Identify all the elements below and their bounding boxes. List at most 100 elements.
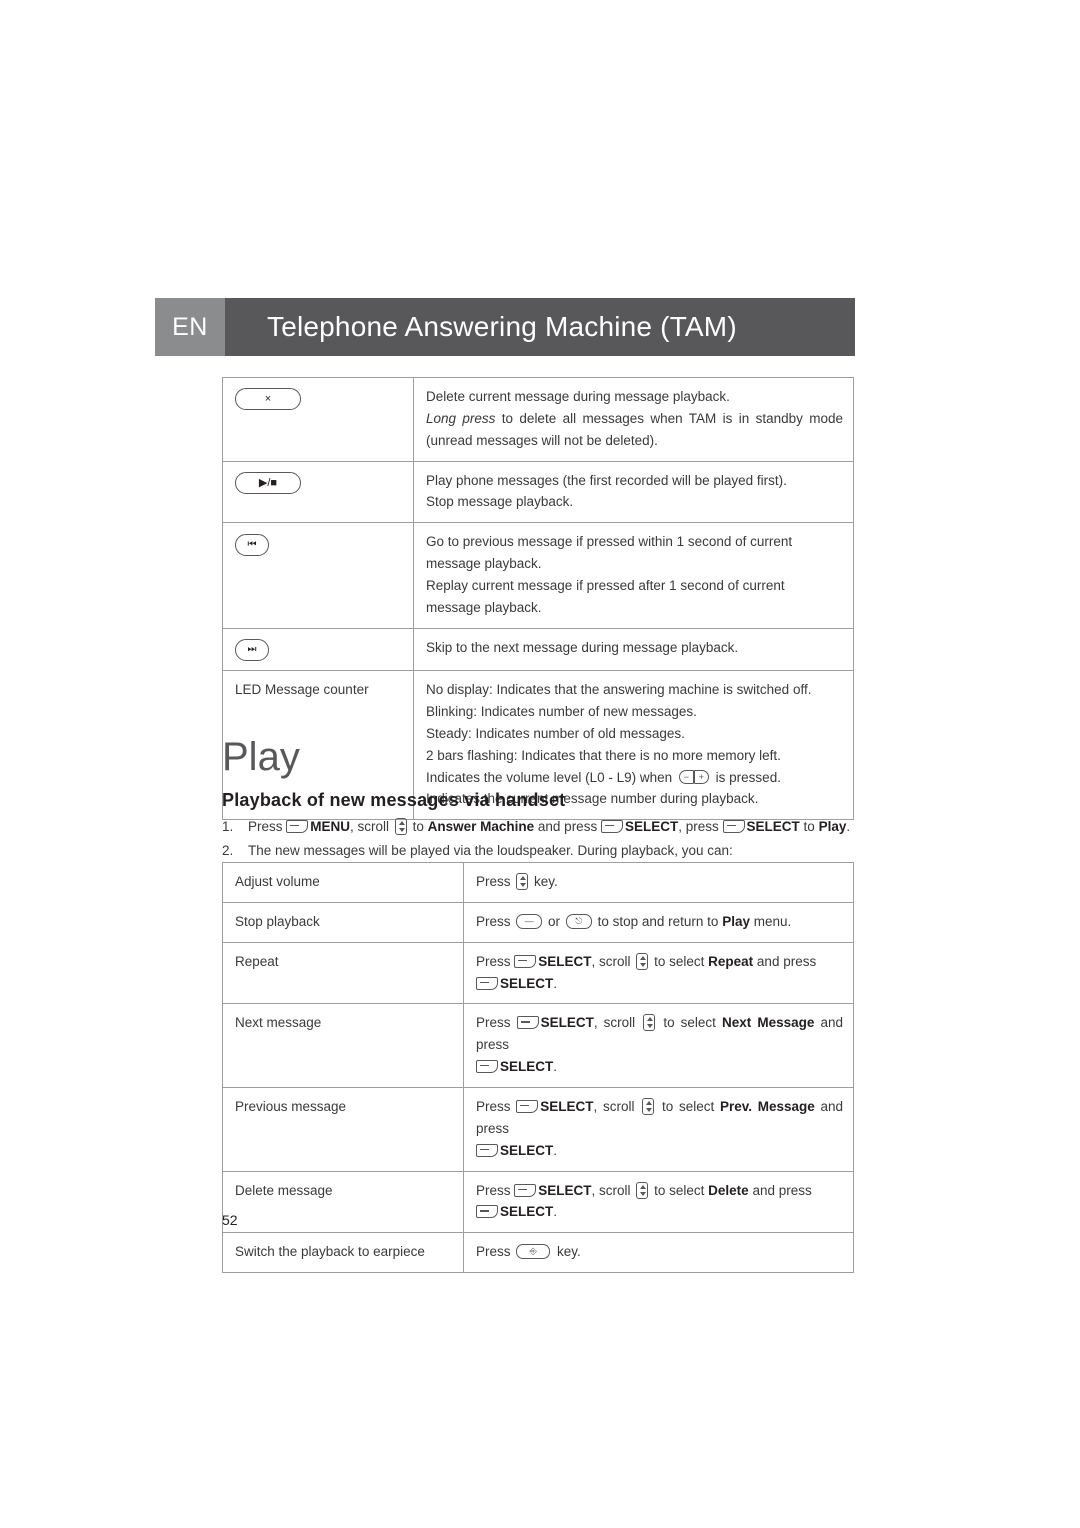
option-label: Delete message — [222, 1170, 464, 1234]
play-stop-key-icon: ▶/■ — [235, 472, 301, 495]
option-instruction: Press SELECT, scroll to select Delete an… — [463, 1170, 854, 1234]
left-softkey-icon — [722, 819, 745, 833]
table-row: ▶/■ Play phone messages (the first recor… — [222, 460, 854, 524]
scroll-key-icon — [643, 1014, 656, 1032]
option-instruction: Press SELECT, scroll to select Repeat an… — [463, 941, 854, 1005]
select-label: SELECT — [538, 1182, 592, 1198]
option-label: Repeat — [222, 941, 464, 1005]
select-label: SELECT — [500, 1204, 554, 1220]
left-softkey-icon — [476, 1143, 498, 1157]
scroll-key-icon — [642, 1097, 655, 1115]
key-description-line: Delete current message during message pl… — [426, 389, 730, 404]
menu-label: MENU — [310, 819, 351, 834]
left-softkey-icon — [476, 1205, 498, 1219]
section-title-play: Play — [222, 735, 300, 779]
volume-line-suffix: is pressed. — [715, 769, 781, 785]
left-softkey-icon — [476, 1060, 498, 1074]
option-instruction: Press — or ⎋ to stop and return to Play … — [463, 901, 854, 943]
key-description: Delete current message during message pl… — [413, 377, 854, 462]
option-label: Previous message — [222, 1087, 464, 1172]
option-instruction: Press key. — [463, 862, 854, 903]
table-row: Repeat Press SELECT, scroll to select Re… — [222, 941, 854, 1005]
step-text: Press MENU, scroll to Answer Machine and… — [248, 817, 851, 835]
menu-option: Next Message — [722, 1015, 815, 1031]
scroll-key-icon — [636, 1181, 649, 1199]
select-label: SELECT — [500, 1059, 554, 1075]
scroll-key-icon — [636, 952, 649, 970]
page-header: EN Telephone Answering Machine (TAM) — [155, 298, 855, 356]
option-instruction: Press ⎆ key. — [463, 1232, 854, 1274]
step-number: 2. — [222, 842, 234, 858]
menu-option: Delete — [708, 1182, 749, 1198]
select-label: SELECT — [538, 953, 592, 969]
left-softkey-icon — [514, 954, 537, 968]
page-number: 52 — [222, 1212, 238, 1228]
header-language-tab: EN — [155, 298, 225, 356]
table-row: Delete message Press SELECT, scroll to s… — [222, 1170, 854, 1234]
section-subtitle: Playback of new messages via handset — [222, 790, 566, 810]
option-label: Adjust volume — [222, 862, 464, 903]
long-press-emphasis: Long press — [426, 410, 496, 426]
option-instruction: Press SELECT, scroll to select Prev. Mes… — [463, 1087, 854, 1172]
select-label: SELECT — [746, 819, 800, 834]
earpiece-key-icon: ⎆ — [516, 1244, 551, 1260]
left-softkey-icon — [600, 819, 623, 833]
left-softkey-icon — [516, 1016, 539, 1030]
playback-options-table: Adjust volume Press key. Stop playback P… — [222, 862, 854, 1274]
key-description-line: No display: Indicates that the answering… — [426, 682, 812, 698]
table-row: Previous message Press SELECT, scroll to… — [222, 1087, 854, 1172]
option-instruction: Press SELECT, scroll to select Next Mess… — [463, 1003, 854, 1089]
menu-option: Prev. Message — [719, 1099, 815, 1115]
previous-key-icon: ⏮ — [235, 533, 269, 556]
key-description-line: Play phone messages (the first recorded … — [426, 472, 787, 488]
step-1: 1. Press MENU, scroll to Answer Machine … — [222, 816, 862, 838]
step-2: 2. The new messages will be played via t… — [222, 840, 862, 862]
hang-up-key-icon: ⎋ — [565, 913, 592, 929]
key-description-line: Skip to the next message during message … — [426, 639, 739, 655]
key-cell: ▶/■ — [222, 460, 414, 524]
page-title: Telephone Answering Machine (TAM) — [225, 298, 855, 356]
table-row: ⏭ Skip to the next message during messag… — [222, 627, 854, 672]
scroll-key-icon — [516, 872, 529, 890]
key-description-line: Go to previous message if pressed within… — [426, 534, 793, 572]
select-label: SELECT — [624, 819, 679, 834]
key-description-line: Replay current message if pressed after … — [426, 578, 785, 615]
table-row: ⏮ Go to previous message if pressed with… — [222, 522, 854, 629]
key-description: Skip to the next message during message … — [413, 627, 854, 672]
delete-key-icon: × — [235, 388, 301, 411]
select-label: SELECT — [540, 1099, 594, 1115]
left-softkey-icon — [476, 976, 498, 990]
key-cell: × — [222, 377, 414, 462]
right-softkey-icon: — — [516, 913, 543, 929]
table-row: × Delete current message during message … — [222, 377, 854, 462]
key-description: Play phone messages (the first recorded … — [413, 460, 854, 524]
menu-item-play: Play — [818, 819, 847, 834]
key-description-line: 2 bars flashing: Indicates that there is… — [426, 747, 781, 763]
select-label: SELECT — [500, 1142, 554, 1158]
key-description-line: Long press to delete all messages when T… — [426, 410, 843, 448]
select-label: SELECT — [540, 1015, 594, 1031]
key-description-line: Stop message playback. — [426, 494, 574, 510]
left-softkey-icon — [286, 819, 309, 833]
option-label: Next message — [222, 1003, 464, 1089]
table-row: Adjust volume Press key. — [222, 862, 854, 903]
volume-line-prefix: Indicates the volume level (L0 - L9) whe… — [426, 769, 673, 785]
step-number: 1. — [222, 819, 234, 834]
next-key-icon: ⏭ — [235, 639, 269, 662]
scroll-key-icon — [394, 817, 407, 835]
table-row: Next message Press SELECT, scroll to sel… — [222, 1003, 854, 1089]
key-description-line: Blinking: Indicates number of new messag… — [426, 704, 697, 720]
volume-key-icon: − + — [678, 770, 709, 785]
table-row: Stop playback Press — or ⎋ to stop and r… — [222, 901, 854, 943]
left-softkey-icon — [514, 1183, 537, 1197]
key-description-line: Steady: Indicates number of old messages… — [426, 725, 685, 741]
table-row: Switch the playback to earpiece Press ⎆ … — [222, 1232, 854, 1274]
key-description-line-volume: Indicates the volume level (L0 - L9) whe… — [426, 767, 843, 789]
select-label: SELECT — [500, 975, 554, 991]
key-cell: ⏮ — [222, 522, 414, 629]
step-text: The new messages will be played via the … — [248, 842, 733, 858]
menu-item-play: Play — [722, 913, 750, 929]
key-cell: ⏭ — [222, 627, 414, 672]
playback-steps: 1. Press MENU, scroll to Answer Machine … — [222, 816, 862, 864]
left-softkey-icon — [516, 1099, 539, 1113]
